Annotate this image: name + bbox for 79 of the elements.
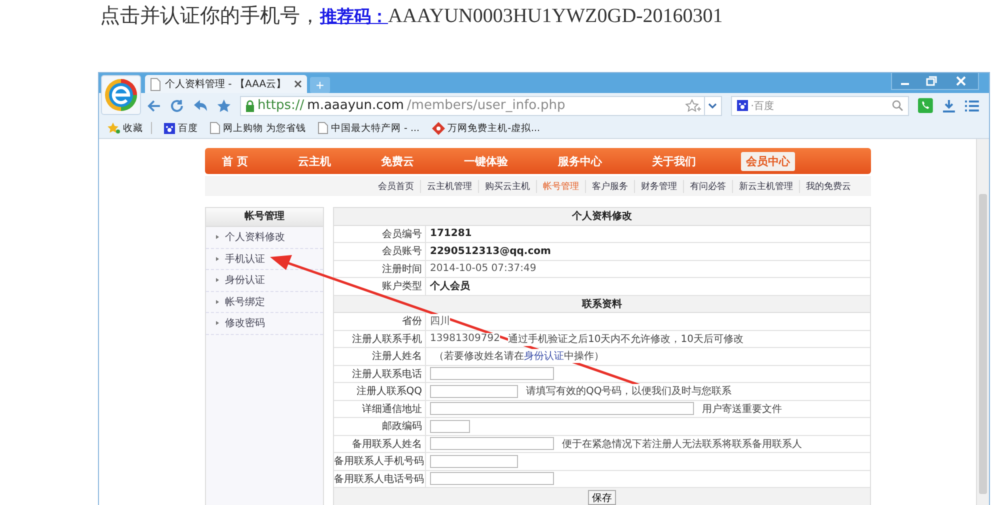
section-header: 个人资料修改 [334,208,870,226]
sub-nav-link[interactable]: 有问必答 [683,180,732,192]
sidebar-title: 帐号管理 [206,208,323,227]
referral-code: AAAYUN0003HU1YWZ0GD-20160301 [388,5,723,27]
field-value: 四川 [430,314,450,328]
sidebar-item[interactable]: 帐号绑定 [206,292,323,313]
field-label: 注册人姓名 [334,348,426,364]
section-header: 联系资料 [334,296,870,313]
bookmark-item[interactable]: 百度 [164,122,198,134]
field-value: 个人会员 [430,279,470,294]
save-button[interactable]: 保存 [588,490,616,504]
add-bookmark-icon[interactable] [684,98,701,112]
sub-nav-link[interactable]: 新云主机管理 [732,180,799,192]
sub-nav-link[interactable]: 我的免费云 [799,180,857,192]
bookmark-item[interactable]: 收藏 [107,122,152,134]
input-field[interactable] [430,454,518,468]
sub-nav-link[interactable]: 财务管理 [634,180,683,192]
browser-logo-icon[interactable] [101,75,141,115]
page-icon [150,78,161,90]
field-note: 通过手机验证之后10天内不允许修改，10天后可修改 [508,332,744,346]
field-value: 13981309792 [430,333,500,344]
sub-nav-link[interactable]: 会员首页 [372,180,420,192]
input-field[interactable] [430,367,554,380]
field-label: 注册人联系电话 [334,366,426,382]
star-icon[interactable] [216,98,231,112]
field-value: 171281 [430,228,472,240]
id-verify-link[interactable]: 身份认证 [524,351,564,362]
field-label: 账户类型 [334,278,426,294]
scrollbar[interactable] [976,139,989,505]
sub-nav-link[interactable]: 客户服务 [585,180,634,192]
sidebar-item[interactable]: 身份认证 [206,270,323,292]
sub-nav-link[interactable]: 购买云主机 [478,180,536,192]
field-value: 2290512313@qq.com [430,246,551,257]
bookmark-item[interactable]: 中国最大特产网 - ... [318,122,420,134]
sidebar-item[interactable]: 个人资料修改 [206,227,323,248]
close-tab-icon[interactable] [294,80,302,88]
refresh-icon[interactable] [170,98,184,112]
field-label: 邮政编码 [334,418,426,434]
phone-icon[interactable] [918,98,934,113]
instruction-text: 点击并认证你的手机号， [100,5,320,27]
field-label: 备用联系人姓名 [334,436,426,452]
browser-tab[interactable]: 个人资料管理 - 【AAA云】 [145,75,307,93]
diamond-icon [432,122,445,134]
lock-icon [244,100,255,112]
bookmark-item[interactable]: 网上购物 为您省钱 [210,122,306,134]
menu-icon[interactable] [965,100,980,112]
bookmark-item[interactable]: 万网免费主机-虚拟... [432,122,540,134]
sidebar-item[interactable]: 修改密码 [206,313,323,334]
field-label: 会员编号 [334,226,426,242]
input-field[interactable] [430,437,554,450]
input-field[interactable] [430,420,470,433]
field-label: 注册人联系QQ [334,383,426,400]
address-bar[interactable]: https:// m.aaayun.com /members/user_info.php [240,96,722,116]
download-icon[interactable] [942,98,956,112]
page-icon [210,122,220,134]
undo-icon[interactable] [192,98,208,112]
star-icon [107,122,120,134]
search-icon[interactable] [892,100,904,111]
field-label: 会员账号 [334,243,426,260]
field-note: 便于在紧急情况下若注册人无法联系将联系备用联系人 [562,436,802,451]
field-label: 省份 [334,313,426,330]
paw-icon [736,100,748,111]
page-icon [318,122,328,134]
field-label: 备用联系人电话号码 [334,470,426,487]
sub-nav-link[interactable]: 云主机管理 [420,180,478,192]
back-icon[interactable] [147,98,161,112]
field-note: 用户寄送重要文件 [702,402,782,416]
field-value: 2014-10-05 07:37:49 [430,263,536,274]
input-field[interactable] [430,402,694,416]
input-field[interactable] [430,384,518,398]
field-label: 详细通信地址 [334,400,426,417]
field-note: 请填写有效的QQ号码，以便我们及时与您联系 [526,384,732,398]
input-field[interactable] [430,472,554,486]
referral-link[interactable]: 推荐码： [320,7,388,27]
field-label: 备用联系人手机号码 [334,453,426,470]
field-label: 注册时间 [334,260,426,277]
paw-icon [164,122,175,134]
field-label: 注册人联系手机 [334,330,426,347]
search-field[interactable]: ·百度 [730,96,910,116]
